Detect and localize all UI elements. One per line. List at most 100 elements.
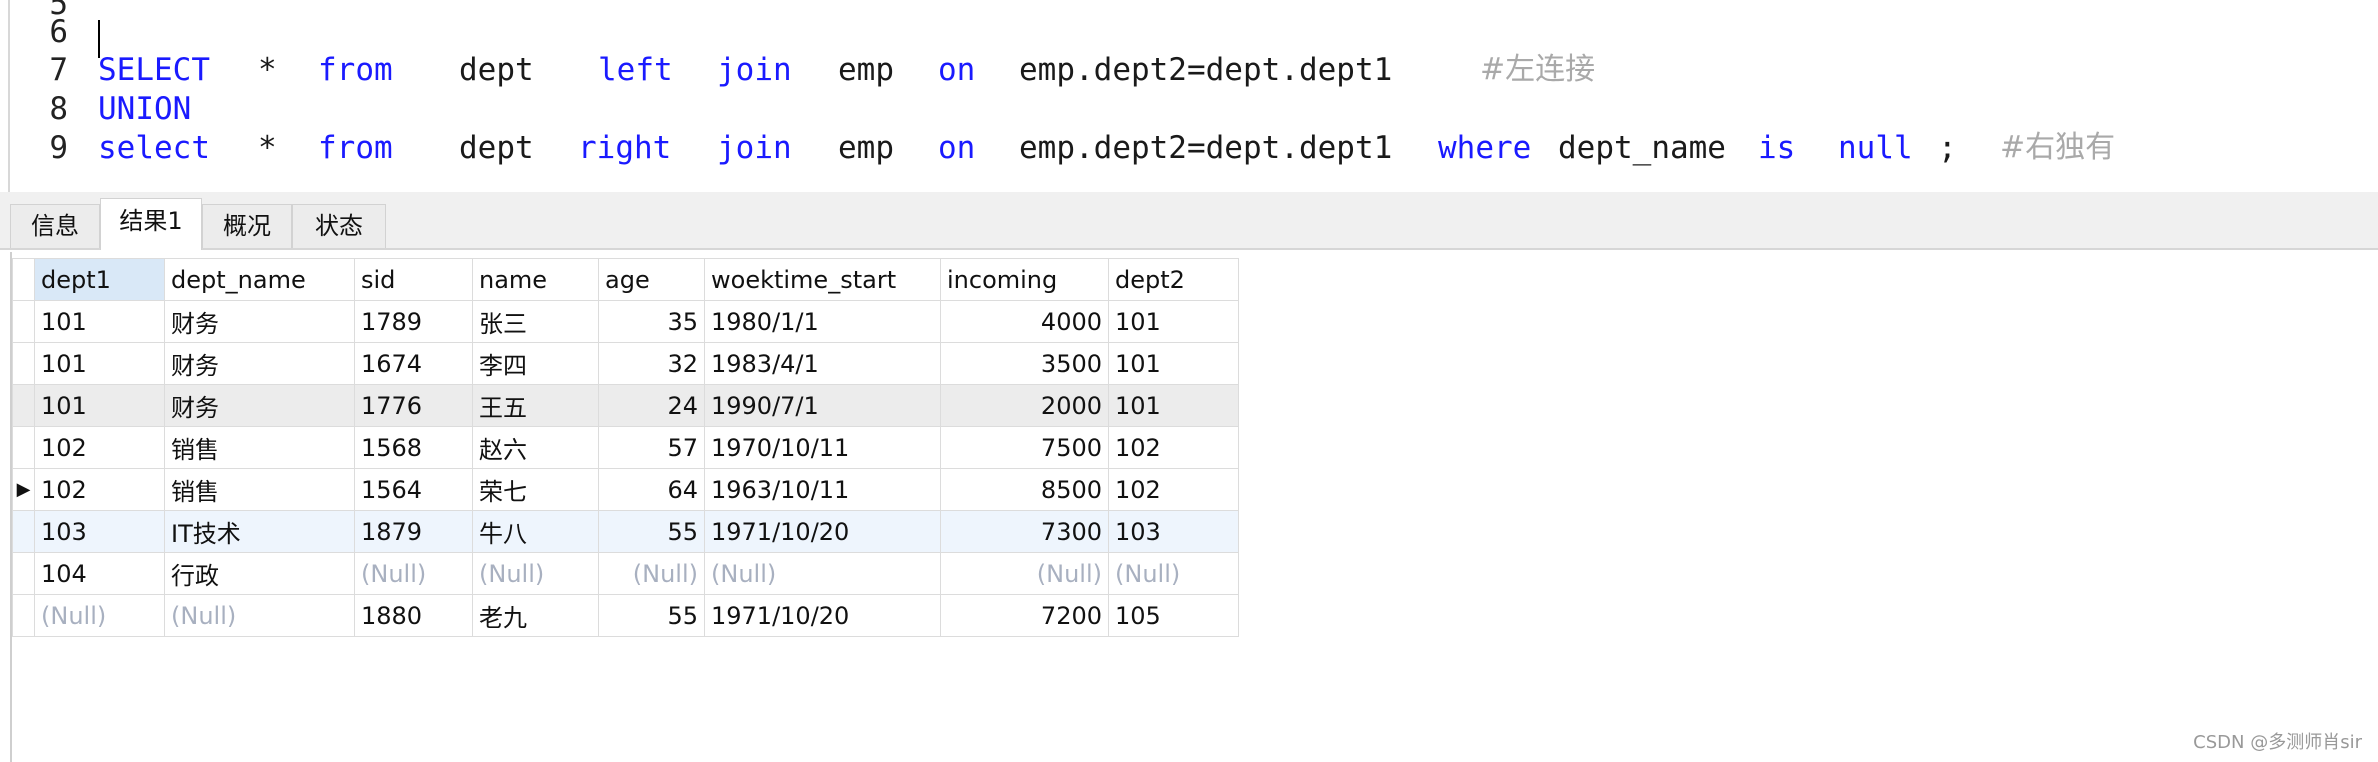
column-header-dept-name[interactable]: dept_name (164, 258, 355, 301)
cell-dept2[interactable]: 101 (1108, 384, 1239, 427)
cell-name[interactable]: 李四 (472, 342, 599, 385)
cell-incoming[interactable]: 8500 (940, 468, 1109, 511)
cell-dept1[interactable]: 101 (34, 384, 165, 427)
cell-incoming[interactable]: 4000 (940, 300, 1109, 343)
cell-age[interactable]: 55 (598, 510, 705, 553)
sql-comment: #左连接 (1480, 52, 1596, 87)
cell-name[interactable]: 赵六 (472, 426, 599, 469)
tab-3[interactable]: 状态 (292, 204, 386, 248)
cell-dept2[interactable]: 105 (1108, 594, 1239, 637)
cell-woektime-start[interactable]: 1963/10/11 (704, 468, 941, 511)
table-row[interactable]: 104 行政 (Null) (Null) (Null) (Null) (Null) (Null… (12, 552, 1239, 595)
cell-dept1[interactable]: 101 (34, 300, 165, 343)
code-line[interactable]: 6 (0, 12, 2378, 52)
cell-dept2[interactable]: 102 (1108, 468, 1239, 511)
row-header[interactable] (12, 426, 35, 469)
cell-dept1[interactable]: 102 (34, 426, 165, 469)
cell-name[interactable]: 老九 (472, 594, 599, 637)
cell-incoming[interactable]: 7200 (940, 594, 1109, 637)
cell-dept2[interactable]: 102 (1108, 426, 1239, 469)
cell-age[interactable]: 64 (598, 468, 705, 511)
cell-woektime-start[interactable]: 1983/4/1 (704, 342, 941, 385)
code-line[interactable]: 8 UNION (0, 89, 2378, 129)
code-line[interactable]: 9 select * from dept right join emp on emp.dept2=… (0, 128, 2378, 168)
cell-sid[interactable]: (Null) (354, 552, 473, 595)
row-header[interactable] (12, 384, 35, 427)
cell-woektime-start[interactable]: 1990/7/1 (704, 384, 941, 427)
cell-dept1[interactable]: 101 (34, 342, 165, 385)
table-row[interactable]: ▶ 102 销售 1564 荣七 64 1963/10/11 8500 102 (12, 468, 1239, 511)
cell-name[interactable]: (Null) (472, 552, 599, 595)
cell-age[interactable]: 57 (598, 426, 705, 469)
row-header[interactable] (12, 510, 35, 553)
code-line[interactable]: 7 SELECT * from dept left join emp on emp.dept2=d… (0, 50, 2378, 90)
cell-dept-name[interactable]: 行政 (164, 552, 355, 595)
cell-dept2[interactable]: 103 (1108, 510, 1239, 553)
row-header[interactable] (12, 300, 35, 343)
table-row[interactable]: (Null) (Null) 1880 老九 55 1971/10/20 7200 105 (12, 594, 1239, 637)
cell-dept1[interactable]: (Null) (34, 594, 165, 637)
column-header-dept2[interactable]: dept2 (1108, 258, 1239, 301)
sql-editor[interactable]: 5 6 7 SELECT * from dept left join emp on emp.dept2… (0, 0, 2378, 192)
cell-dept1[interactable]: 102 (34, 468, 165, 511)
cell-age[interactable]: (Null) (598, 552, 705, 595)
cell-dept1[interactable]: 103 (34, 510, 165, 553)
cell-age[interactable]: 32 (598, 342, 705, 385)
row-header[interactable] (12, 552, 35, 595)
cell-name[interactable]: 张三 (472, 300, 599, 343)
cell-dept-name[interactable]: 财务 (164, 342, 355, 385)
cell-dept-name[interactable]: 财务 (164, 300, 355, 343)
cell-dept-name[interactable]: 财务 (164, 384, 355, 427)
column-header-age[interactable]: age (598, 258, 705, 301)
table-row[interactable]: 101 财务 1789 张三 35 1980/1/1 4000 101 (12, 300, 1239, 343)
cell-name[interactable]: 牛八 (472, 510, 599, 553)
cell-sid[interactable]: 1789 (354, 300, 473, 343)
column-header-sid[interactable]: sid (354, 258, 473, 301)
cell-name[interactable]: 王五 (472, 384, 599, 427)
cell-incoming[interactable]: 7500 (940, 426, 1109, 469)
cell-dept-name[interactable]: IT技术 (164, 510, 355, 553)
cell-dept-name[interactable]: (Null) (164, 594, 355, 637)
cell-sid[interactable]: 1880 (354, 594, 473, 637)
cell-age[interactable]: 35 (598, 300, 705, 343)
cell-woektime-start[interactable]: 1970/10/11 (704, 426, 941, 469)
table-row[interactable]: 101 财务 1776 王五 24 1990/7/1 2000 101 (12, 384, 1239, 427)
table-row[interactable]: 102 销售 1568 赵六 57 1970/10/11 7500 102 (12, 426, 1239, 469)
cell-sid[interactable]: 1564 (354, 468, 473, 511)
cell-dept1[interactable]: 104 (34, 552, 165, 595)
table-row[interactable]: 103 IT技术 1879 牛八 55 1971/10/20 7300 103 (12, 510, 1239, 553)
cell-woektime-start[interactable]: 1971/10/20 (704, 594, 941, 637)
cell-dept2[interactable]: (Null) (1108, 552, 1239, 595)
cell-incoming[interactable]: 2000 (940, 384, 1109, 427)
column-header-incoming[interactable]: incoming (940, 258, 1109, 301)
cell-woektime-start[interactable]: (Null) (704, 552, 941, 595)
cell-dept-name[interactable]: 销售 (164, 426, 355, 469)
cell-sid[interactable]: 1674 (354, 342, 473, 385)
cell-incoming[interactable]: 7300 (940, 510, 1109, 553)
cell-woektime-start[interactable]: 1971/10/20 (704, 510, 941, 553)
cell-sid[interactable]: 1879 (354, 510, 473, 553)
column-header-dept1[interactable]: dept1 (34, 258, 165, 301)
cell-sid[interactable]: 1776 (354, 384, 473, 427)
cell-dept-name[interactable]: 销售 (164, 468, 355, 511)
cell-dept2[interactable]: 101 (1108, 300, 1239, 343)
tab-1[interactable]: 结果1 (100, 198, 202, 250)
cell-dept2[interactable]: 101 (1108, 342, 1239, 385)
cell-age[interactable]: 55 (598, 594, 705, 637)
tab-0[interactable]: 信息 (10, 204, 100, 248)
cell-sid[interactable]: 1568 (354, 426, 473, 469)
cell-incoming[interactable]: (Null) (940, 552, 1109, 595)
cell-woektime-start[interactable]: 1980/1/1 (704, 300, 941, 343)
table-row[interactable]: 101 财务 1674 李四 32 1983/4/1 3500 101 (12, 342, 1239, 385)
row-header[interactable] (12, 594, 35, 637)
row-header[interactable]: ▶ (12, 468, 35, 511)
row-header[interactable] (12, 342, 35, 385)
cell-age[interactable]: 24 (598, 384, 705, 427)
cell-incoming[interactable]: 3500 (940, 342, 1109, 385)
column-header-woektime-start[interactable]: woektime_start (704, 258, 941, 301)
grid-corner[interactable] (12, 258, 35, 301)
cell-name[interactable]: 荣七 (472, 468, 599, 511)
result-grid: dept1 dept_name sid name age woektime_start in… (12, 258, 1239, 637)
tab-2[interactable]: 概况 (202, 204, 292, 248)
column-header-name[interactable]: name (472, 258, 599, 301)
